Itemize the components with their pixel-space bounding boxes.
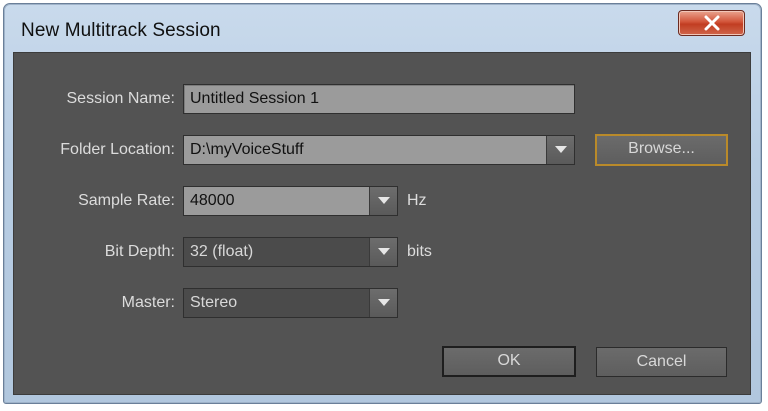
folder-location-dropdown-button[interactable]: [546, 136, 574, 164]
close-icon: [704, 15, 720, 31]
browse-button[interactable]: Browse...: [595, 134, 728, 166]
sample-rate-value: 48000: [190, 192, 235, 209]
master-dropdown[interactable]: Stereo: [183, 288, 398, 318]
ok-button[interactable]: OK: [442, 346, 576, 377]
chevron-down-icon: [555, 146, 567, 153]
cancel-button[interactable]: Cancel: [596, 347, 727, 377]
sample-rate-dropdown[interactable]: 48000: [183, 186, 398, 216]
chevron-down-icon: [378, 248, 390, 255]
bit-depth-unit: bits: [407, 243, 432, 260]
sample-rate-label: Sample Rate:: [78, 192, 175, 209]
bit-depth-dropdown[interactable]: 32 (float): [183, 237, 398, 267]
bit-depth-label: Bit Depth:: [104, 243, 175, 260]
new-multitrack-session-dialog: New Multitrack Session Session Name: Unt…: [3, 3, 762, 404]
sample-rate-unit: Hz: [407, 192, 427, 209]
window-title: New Multitrack Session: [21, 20, 221, 41]
master-value: Stereo: [190, 294, 238, 311]
master-dropdown-button[interactable]: [369, 289, 397, 317]
bit-depth-value: 32 (float): [190, 243, 254, 260]
session-name-input[interactable]: Untitled Session 1: [183, 84, 575, 114]
close-button[interactable]: [678, 10, 745, 36]
chevron-down-icon: [378, 299, 390, 306]
chevron-down-icon: [378, 197, 390, 204]
folder-location-label: Folder Location:: [60, 141, 175, 158]
bit-depth-dropdown-button[interactable]: [369, 238, 397, 266]
title-bar[interactable]: New Multitrack Session: [4, 4, 761, 54]
master-label: Master:: [121, 294, 175, 311]
session-name-label: Session Name:: [66, 90, 176, 107]
folder-location-value: D:\myVoiceStuff: [190, 141, 304, 158]
dialog-content: Session Name: Untitled Session 1 Folder …: [13, 52, 751, 395]
sample-rate-dropdown-button[interactable]: [369, 187, 397, 215]
folder-location-dropdown[interactable]: D:\myVoiceStuff: [183, 135, 575, 165]
